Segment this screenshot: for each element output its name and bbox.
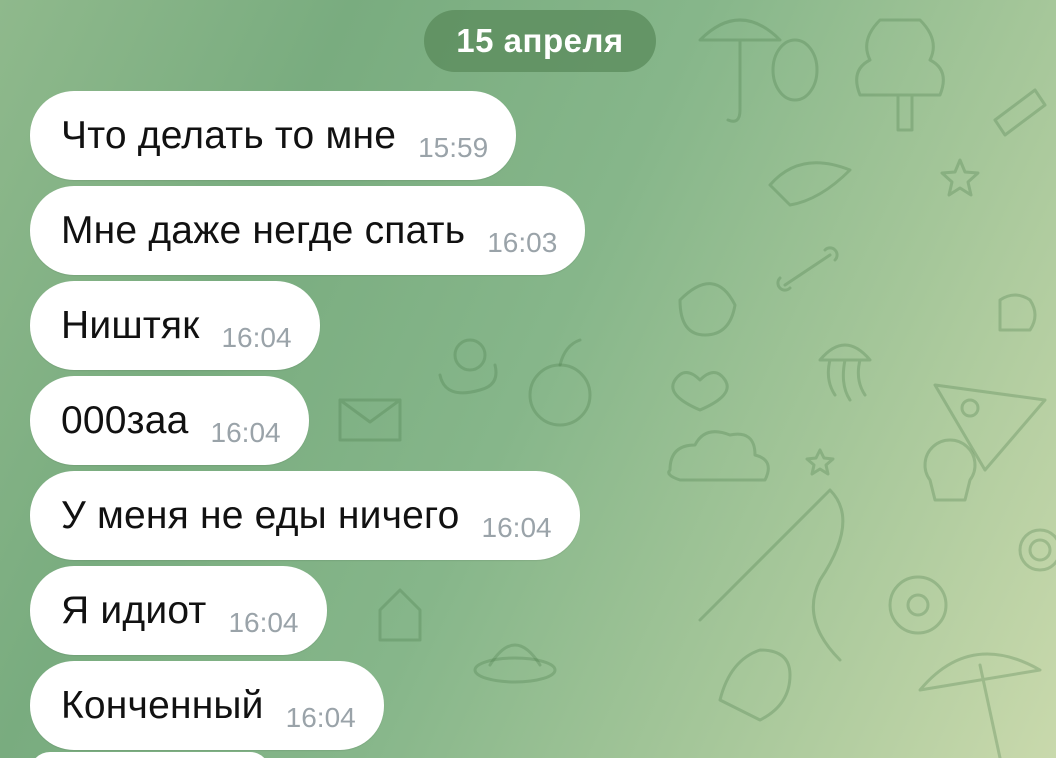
message-bubble[interactable]: Конченный 16:04	[30, 661, 384, 750]
message-bubble[interactable]: Ништяк 16:04	[30, 281, 320, 370]
message-bubble[interactable]: У меня не еды ничего 16:04	[30, 471, 580, 560]
message-text: Ништяк	[61, 303, 200, 347]
message-bubble[interactable]: Я идиот 16:04	[30, 566, 327, 655]
message-time: 16:04	[221, 321, 292, 353]
message-bubble-partial[interactable]	[30, 752, 270, 758]
message-time: 16:04	[210, 416, 281, 448]
message-bubble[interactable]: Мне даже негде спать 16:03	[30, 186, 586, 275]
message-bubble[interactable]: 000заа 16:04	[30, 376, 309, 465]
message-time: 16:03	[487, 226, 558, 258]
message-time: 16:04	[228, 606, 299, 638]
message-time: 16:04	[285, 701, 356, 733]
message-bubble[interactable]: Что делать то мне 15:59	[30, 91, 517, 180]
message-text: Я идиот	[61, 588, 207, 632]
date-label: 15 апреля	[456, 22, 624, 59]
message-time: 15:59	[418, 131, 489, 163]
message-text: Мне даже негде спать	[61, 208, 466, 252]
message-text: Что делать то мне	[61, 113, 397, 157]
date-separator: 15 апреля	[424, 10, 656, 72]
message-text: 000заа	[61, 398, 189, 442]
message-time: 16:04	[481, 511, 552, 543]
message-text: У меня не еды ничего	[61, 493, 460, 537]
message-text: Конченный	[61, 683, 264, 727]
